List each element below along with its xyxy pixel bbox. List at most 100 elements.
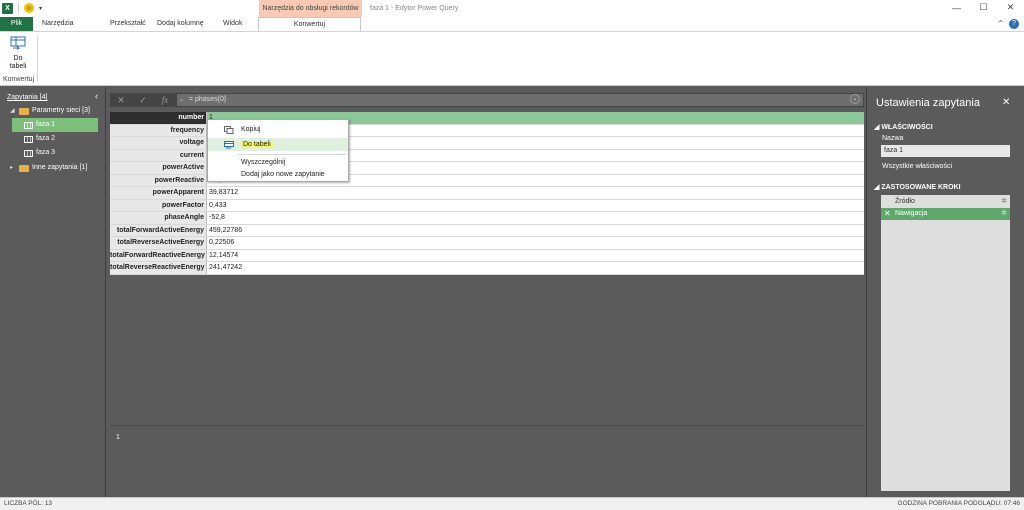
query-item-label: faza 2 xyxy=(36,135,56,142)
applied-steps-section-header[interactable]: ◢ ZASTOSOWANE KROKI xyxy=(874,183,961,191)
menu-item-label: Do tabeli xyxy=(241,141,273,148)
query-item-label: faza 1 xyxy=(36,121,56,128)
record-field-name[interactable]: totalReverseActiveEnergy xyxy=(110,237,207,249)
record-field-name[interactable]: totalForwardActiveEnergy xyxy=(110,224,207,236)
section-header-label: ZASTOSOWANE KROKI xyxy=(881,184,961,191)
tab-view[interactable]: Widok xyxy=(214,17,258,31)
record-field-name[interactable]: phaseAngle xyxy=(110,212,207,224)
copy-icon xyxy=(224,126,234,134)
expanded-triangle-icon: ◢ xyxy=(10,108,15,114)
record-field-name[interactable]: totalForwardReactiveEnergy xyxy=(110,249,207,261)
collapse-pane-icon[interactable]: ‹ xyxy=(95,91,98,101)
query-group-parameters[interactable]: ◢ Parametry sieci [3] xyxy=(10,104,104,118)
collapse-ribbon-icon[interactable]: ⌃ xyxy=(997,19,1004,28)
section-header-label: WŁAŚCIWOŚCI xyxy=(881,124,933,131)
menu-separator xyxy=(238,154,346,155)
window-controls: — ☐ ✕ xyxy=(943,0,1024,15)
record-field-name[interactable]: powerFactor xyxy=(110,199,207,211)
fx-icon[interactable]: fx xyxy=(154,95,176,105)
step-navigation[interactable]: ✕ Nawigacja ✲ xyxy=(881,208,1010,220)
excel-icon[interactable]: X xyxy=(2,2,13,14)
ribbon-divider xyxy=(37,36,38,82)
tab-add-column[interactable]: Dodaj kolumnę xyxy=(148,17,214,31)
menu-item-add-as-new-query[interactable]: Dodaj jako nowe zapytanie xyxy=(208,168,348,181)
menu-item-label: Kopiuj xyxy=(241,126,261,133)
preview-value: 1 xyxy=(116,434,120,441)
status-field-count: LICZBA PÓL: 13 xyxy=(4,500,53,507)
record-row: powerFactor 0,433 xyxy=(110,199,864,212)
record-field-name[interactable]: current xyxy=(110,149,207,161)
record-row: powerApparent 39,83712 xyxy=(110,187,864,200)
query-name-input[interactable]: faza 1 xyxy=(881,145,1010,157)
close-button[interactable]: ✕ xyxy=(997,0,1024,15)
menu-item-label: Dodaj jako nowe zapytanie xyxy=(241,171,325,178)
query-item-faza-2[interactable]: faza 2 xyxy=(12,132,98,146)
table-icon xyxy=(24,135,33,143)
queries-pane: Zapytania [4] ‹ ◢ Parametry sieci [3] fa… xyxy=(0,87,106,497)
close-settings-icon[interactable]: ✕ xyxy=(1002,97,1010,108)
folder-icon xyxy=(19,107,29,115)
record-field-name[interactable]: frequency xyxy=(110,124,207,136)
minimize-button[interactable]: — xyxy=(943,0,970,15)
step-label: Nawigacja xyxy=(895,210,928,217)
record-field-name[interactable]: powerReactive xyxy=(110,174,207,186)
formula-input[interactable]: ⌄ = phases{0} ⌄ xyxy=(177,94,863,106)
contextual-tab-group-label: Narzędzia do obsługi rekordów xyxy=(259,0,362,17)
table-icon xyxy=(24,149,33,157)
record-field-name[interactable]: powerActive xyxy=(110,162,207,174)
record-field-value[interactable]: 39,83712 xyxy=(207,187,864,199)
gear-icon[interactable]: ✲ xyxy=(1001,208,1007,220)
record-field-value[interactable]: -52,8 xyxy=(207,212,864,224)
applied-steps-list: Źródło ✲ ✕ Nawigacja ✲ xyxy=(881,195,1010,491)
record-field-value[interactable]: 0,22506 xyxy=(207,237,864,249)
ribbon: Do tabeli Konwertuj xyxy=(0,31,1024,86)
record-field-value[interactable]: 241,47242 xyxy=(207,262,864,274)
record-row: totalReverseActiveEnergy 0,22506 xyxy=(110,237,864,250)
cancel-formula-icon[interactable]: ✕ xyxy=(110,95,132,106)
record-field-name[interactable]: number xyxy=(110,112,207,124)
collapsed-triangle-icon: ▸ xyxy=(10,165,14,171)
qat-customize-icon[interactable]: ▾ xyxy=(39,5,42,12)
confirm-formula-icon[interactable]: ✓ xyxy=(132,95,154,106)
maximize-button[interactable]: ☐ xyxy=(970,0,997,15)
settings-title: Ustawienia zapytania xyxy=(876,97,980,109)
query-settings-pane: Ustawienia zapytania ✕ ◢ WŁAŚCIWOŚCI Naz… xyxy=(866,87,1024,497)
qat-divider xyxy=(18,3,19,13)
smile-feedback-icon[interactable]: ☺ xyxy=(24,3,34,13)
formula-dropdown-icon[interactable]: ⌄ xyxy=(850,94,860,104)
delete-step-icon[interactable]: ✕ xyxy=(884,208,891,220)
gear-icon[interactable]: ✲ xyxy=(1001,196,1007,208)
quick-access-toolbar: X ☺ ▾ xyxy=(2,2,42,14)
all-properties-link[interactable]: Wszystkie właściwości xyxy=(882,163,952,170)
record-field-name[interactable]: powerApparent xyxy=(110,187,207,199)
step-source[interactable]: Źródło ✲ xyxy=(881,196,1010,208)
tab-file[interactable]: Plik xyxy=(0,17,33,31)
menu-item-to-table[interactable]: Do tabeli xyxy=(208,138,348,151)
tab-transform[interactable]: Przekształć xyxy=(101,17,148,31)
formula-expand-icon[interactable]: ⌄ xyxy=(179,94,184,106)
status-preview-time: GODZINA POBRANIA PODGLĄDU: 07:46 xyxy=(897,500,1020,507)
record-field-value[interactable]: 12,14574 xyxy=(207,250,864,262)
query-group-label: Parametry sieci [3] xyxy=(32,107,90,114)
record-row: totalForwardReactiveEnergy 12,14574 xyxy=(110,249,864,262)
properties-section-header[interactable]: ◢ WŁAŚCIWOŚCI xyxy=(874,123,933,131)
record-field-value[interactable]: 459,22786 xyxy=(207,225,864,237)
queries-header[interactable]: Zapytania [4] xyxy=(7,94,47,101)
query-item-faza-1[interactable]: faza 1 xyxy=(12,118,98,132)
query-item-faza-3[interactable]: faza 3 xyxy=(12,146,98,160)
record-field-name[interactable]: voltage xyxy=(110,137,207,149)
to-table-label-2: tabeli xyxy=(9,63,27,70)
tab-home[interactable]: Narzędzia główne xyxy=(33,17,101,41)
menu-item-copy[interactable]: Kopiuj xyxy=(208,123,348,136)
query-group-other[interactable]: ▸ Inne zapytania [1] xyxy=(10,161,104,175)
record-row: totalForwardActiveEnergy 459,22786 xyxy=(110,224,864,237)
to-table-label-1: Do xyxy=(13,55,23,62)
to-table-button[interactable]: Do tabeli xyxy=(6,34,30,74)
formula-text: = phases{0} xyxy=(189,96,227,103)
help-icon[interactable]: ? xyxy=(1009,19,1019,29)
table-icon xyxy=(24,121,33,129)
record-field-value[interactable]: 0,433 xyxy=(207,200,864,212)
tab-convert[interactable]: Konwertuj xyxy=(258,17,361,31)
record-field-name[interactable]: totalReverseReactiveEnergy xyxy=(110,262,207,274)
record-row: phaseAngle -52,8 xyxy=(110,212,864,225)
